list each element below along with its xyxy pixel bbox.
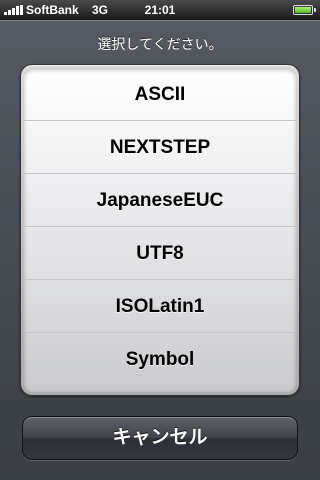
status-time: 21:01 <box>144 3 176 17</box>
battery-level <box>295 7 311 13</box>
option-picker: ASCII NEXTSTEP JapaneseEUC UTF8 ISOLatin… <box>20 64 300 396</box>
option-ascii[interactable]: ASCII <box>24 68 296 121</box>
sheet-title: 選択してください。 <box>97 36 223 52</box>
status-bar: SoftBank 3G 21:01 <box>0 0 320 20</box>
option-iso-latin1[interactable]: ISOLatin1 <box>24 280 296 333</box>
battery-icon <box>293 5 316 15</box>
action-sheet: 選択してください。 ASCII NEXTSTEP JapaneseEUC UTF… <box>0 20 320 480</box>
option-japanese-euc[interactable]: JapaneseEUC <box>24 174 296 227</box>
option-symbol[interactable]: Symbol <box>24 333 296 386</box>
option-utf8[interactable]: UTF8 <box>24 227 296 280</box>
cancel-button[interactable]: キャンセル <box>22 416 298 460</box>
option-nextstep[interactable]: NEXTSTEP <box>24 121 296 174</box>
screen: SoftBank 3G 21:01 選択してください。 ASCII NEXTST… <box>0 0 320 480</box>
option-list[interactable]: ASCII NEXTSTEP JapaneseEUC UTF8 ISOLatin… <box>24 68 296 392</box>
